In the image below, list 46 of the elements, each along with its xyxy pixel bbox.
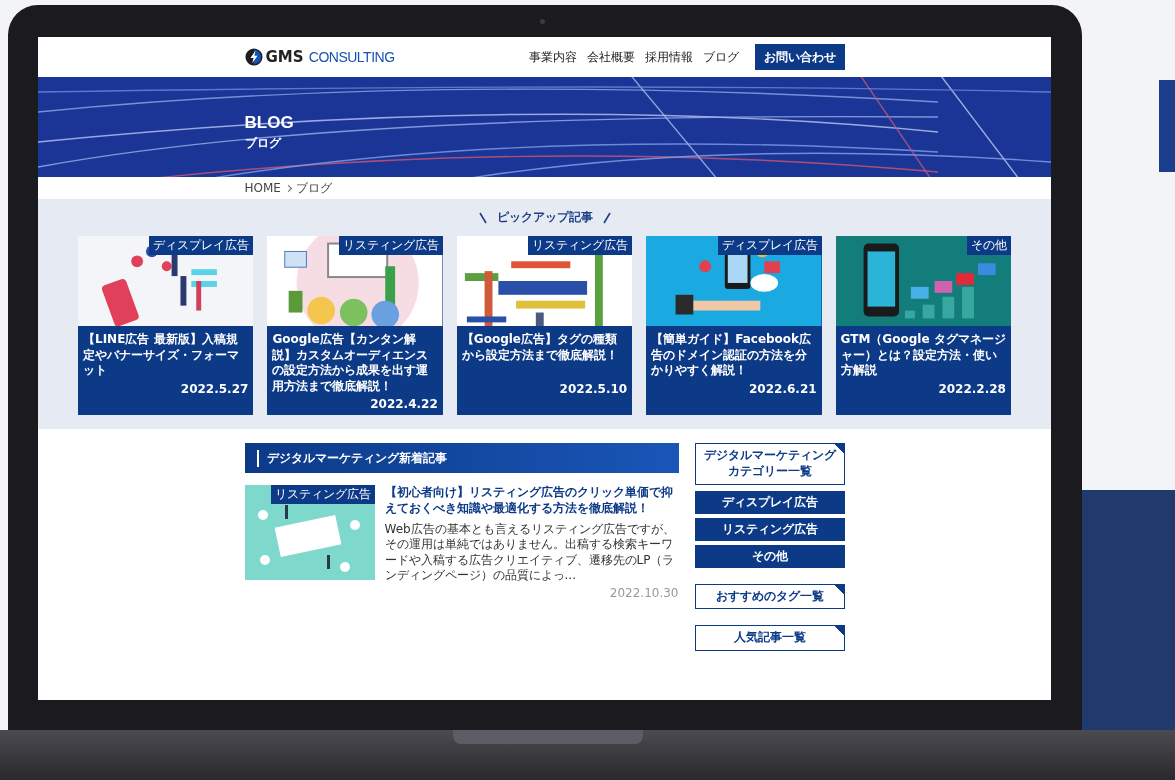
breadcrumb-link[interactable]: ブログ [295, 179, 332, 197]
sidebar-heading-link[interactable]: デジタルマーケティングカテゴリー一覧 [694, 443, 845, 485]
category-button[interactable]: ディスプレイ広告 [694, 490, 845, 514]
category-tag: ディスプレイ広告 [149, 236, 254, 255]
camera-dot [540, 19, 545, 24]
card-title: 【Google広告】タグの種類から設定方法まで徹底解説！ [461, 332, 619, 364]
article-date: 2022.10.30 [608, 585, 679, 600]
card-title: 【LINE広告 最新版】入稿規定やバナーサイズ・フォーマット [83, 332, 240, 379]
article-card[interactable]: ディスプレイ広告 【LINE広告 最新版】入稿規定やバナーサイズ・フォーマット 2022.5.27 [78, 236, 254, 416]
nav-link[interactable]: 会社概要 [586, 48, 635, 66]
article-card[interactable]: リスティング広告 【Google広告】タグの種類から設定方法まで徹底解説！ 2022.5.10 [456, 236, 633, 416]
card-date: 2022.4.22 [369, 397, 438, 412]
article-card[interactable]: その他 GTM（Google タグマネージャー）とは？設定方法・使い方解説 2022.2.28 [835, 236, 1011, 416]
card-date: 2022.2.28 [937, 382, 1006, 396]
contact-button[interactable]: お問い合わせ [754, 44, 845, 70]
category-button[interactable]: リスティング広告 [694, 517, 845, 541]
nav-link[interactable]: ブログ [702, 48, 739, 66]
article-card[interactable]: リスティング広告 Google広告【カンタン解説】カスタムオーディエンスの設定方法から成果を出す運用方法まで徹底解説！ 2022.4.22 [267, 236, 443, 416]
article-excerpt: Web広告の基本とも言えるリスティング広告ですが、その運用は単純ではありません。出稿する検索キーワードや入稿する広告クリエイティブ、遷移先のLP（ランディングページ）の品質によっ... [384, 521, 676, 584]
nav-link[interactable]: 事業内容 [528, 48, 577, 66]
card-date: 2022.6.21 [748, 382, 817, 396]
section-heading: ピックアップ記事 [496, 209, 593, 226]
section-heading: デジタルマーケティング新着記事 [256, 449, 447, 467]
category-tag: その他 [967, 236, 1011, 255]
card-title: GTM（Google タグマネージャー）とは？設定方法・使い方解説 [840, 332, 1006, 379]
card-date: 2022.5.10 [558, 382, 628, 396]
sidebar-heading-link[interactable]: おすすめのタグ一覧 [694, 583, 845, 610]
category-tag: リスティング広告 [338, 236, 443, 255]
category-tag: リスティング広告 [270, 485, 375, 505]
card-title: Google広告【カンタン解説】カスタムオーディエンスの設定方法から成果を出す運用方法まで徹底解説！ [272, 332, 430, 395]
breadcrumb-link[interactable]: HOME [244, 181, 281, 195]
card-date: 2022.5.27 [179, 382, 249, 396]
lightning-bolt-icon [244, 48, 263, 66]
article-title-link[interactable]: 【初心者向け】リスティング広告のクリック単価で抑えておくべき知識や最適化する方法を徹底解説！ [384, 485, 679, 517]
article-card[interactable]: ディスプレイ広告 【簡単ガイド】Facebook広告のドメイン認証の方法を分かりやすく解説！ 2022.6.21 [646, 236, 822, 416]
page-subtitle: ブログ [244, 135, 283, 152]
slash-icon [478, 211, 487, 224]
logo-text[interactable]: GMS CONSULTING [265, 48, 395, 66]
sidebar-heading-link[interactable]: 人気記事一覧 [694, 625, 845, 651]
slash-icon [602, 211, 611, 224]
card-title: 【簡単ガイド】Facebook広告のドメイン認証の方法を分かりやすく解説！ [651, 332, 813, 379]
category-tag: ディスプレイ広告 [717, 236, 822, 255]
page-title: BLOG [244, 113, 295, 133]
category-tag: リスティング広告 [528, 236, 633, 255]
category-button[interactable]: その他 [694, 544, 845, 568]
nav-link[interactable]: 採用情報 [644, 48, 693, 66]
